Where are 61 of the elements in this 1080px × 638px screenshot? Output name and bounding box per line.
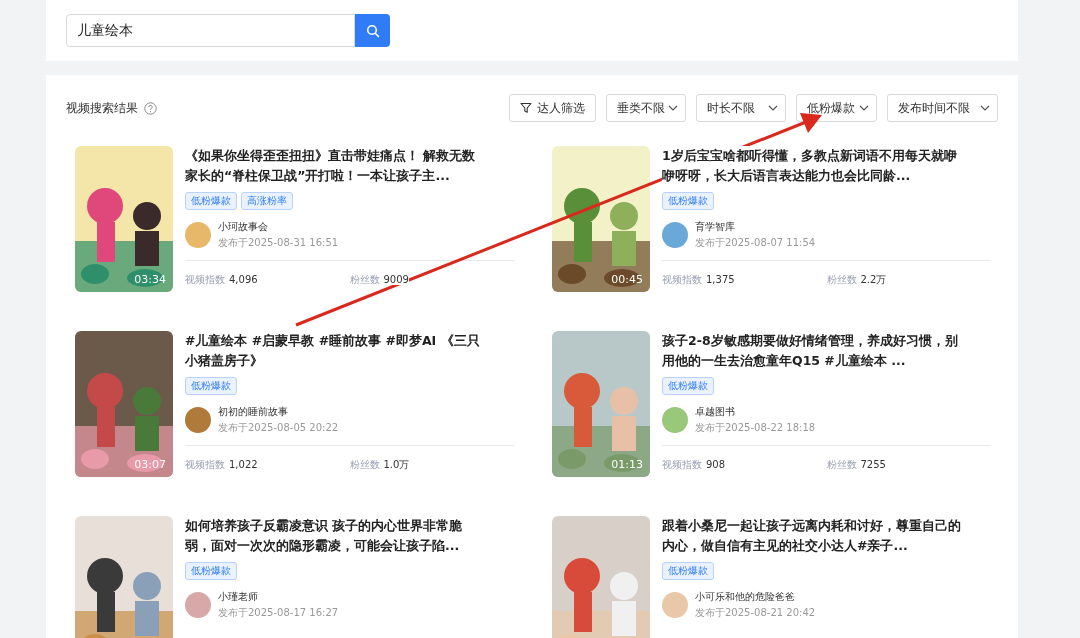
section-title: 视频搜索结果 bbox=[66, 99, 138, 117]
tag: 低粉爆款 bbox=[662, 377, 714, 395]
tag: 低粉爆款 bbox=[662, 562, 714, 580]
publish-date: 发布于2025-08-22 18:18 bbox=[695, 421, 816, 435]
avatar-icon[interactable] bbox=[662, 592, 688, 618]
avatar-icon[interactable] bbox=[185, 407, 211, 433]
author-name[interactable]: 小瑾老师 bbox=[218, 590, 339, 604]
tag: 低粉爆款 bbox=[185, 192, 237, 210]
stat-value: 1,022 bbox=[229, 459, 258, 470]
tag: 高涨粉率 bbox=[241, 192, 293, 210]
search-field[interactable]: 儿童绘本 bbox=[66, 14, 355, 47]
dropdown-select[interactable]: 垂类不限 bbox=[606, 94, 686, 122]
avatar-icon[interactable] bbox=[185, 222, 211, 248]
tag: 低粉爆款 bbox=[185, 562, 237, 580]
publish-date: 发布于2025-08-07 11:54 bbox=[695, 236, 816, 250]
stat-value: 4,096 bbox=[229, 274, 258, 285]
stat-value: 7255 bbox=[860, 459, 886, 470]
publish-date: 发布于2025-08-31 16:51 bbox=[218, 236, 339, 250]
stat-value: 1,375 bbox=[706, 274, 735, 285]
avatar-icon[interactable] bbox=[662, 222, 688, 248]
help-icon[interactable] bbox=[144, 101, 157, 115]
stat-label: 粉丝数 bbox=[349, 458, 380, 472]
stat-label: 视频指数 bbox=[662, 273, 702, 287]
video-duration: 03:07 bbox=[134, 458, 166, 471]
publish-date: 发布于2025-08-05 20:22 bbox=[218, 421, 339, 435]
stat-label: 视频指数 bbox=[662, 458, 702, 472]
stat-label: 视频指数 bbox=[185, 458, 225, 472]
video-duration: 01:13 bbox=[611, 458, 643, 471]
author-name[interactable]: 小可乐和他的危险爸爸 bbox=[695, 590, 816, 604]
chevron-down-icon bbox=[859, 105, 869, 111]
dropdown-select[interactable]: 低粉爆款 bbox=[796, 94, 877, 122]
publish-date: 发布于2025-08-21 20:42 bbox=[695, 606, 816, 620]
stat-label: 粉丝数 bbox=[349, 273, 380, 287]
author-name[interactable]: 育学智库 bbox=[695, 220, 816, 234]
filter-button[interactable]: 达人筛选 bbox=[509, 94, 596, 122]
dropdown-select[interactable]: 发布时间不限 bbox=[887, 94, 998, 122]
funnel-icon bbox=[520, 102, 532, 114]
stat-value: 908 bbox=[706, 459, 726, 470]
video-duration: 00:45 bbox=[611, 273, 643, 286]
search-button[interactable] bbox=[355, 14, 390, 47]
stat-label: 粉丝数 bbox=[826, 273, 857, 287]
search-icon bbox=[365, 23, 380, 38]
stat-value: 1.0万 bbox=[383, 458, 410, 472]
video-title[interactable]: 跟着小桑尼一起让孩子远离内耗和讨好，尊重自己的内心，做自信有主见的社交小达人#亲子... bbox=[662, 516, 962, 556]
chevron-down-icon bbox=[768, 105, 778, 111]
stat-value: 2.2万 bbox=[860, 273, 887, 287]
avatar-icon[interactable] bbox=[662, 407, 688, 433]
stat-label: 粉丝数 bbox=[826, 458, 857, 472]
author-name[interactable]: 卓越图书 bbox=[695, 405, 816, 419]
stat-label: 视频指数 bbox=[185, 273, 225, 287]
avatar-icon[interactable] bbox=[185, 592, 211, 618]
tag: 低粉爆款 bbox=[662, 192, 714, 210]
stat-value: 9009 bbox=[383, 274, 409, 285]
chevron-down-icon bbox=[668, 105, 678, 111]
video-duration: 03:34 bbox=[134, 273, 166, 286]
publish-date: 发布于2025-08-17 16:27 bbox=[218, 606, 339, 620]
dropdown-select[interactable]: 时长不限 bbox=[696, 94, 786, 122]
author-name[interactable]: 小珂故事会 bbox=[218, 220, 339, 234]
chevron-down-icon bbox=[980, 105, 990, 111]
author-name[interactable]: 初初的睡前故事 bbox=[218, 405, 339, 419]
tag: 低粉爆款 bbox=[185, 377, 237, 395]
